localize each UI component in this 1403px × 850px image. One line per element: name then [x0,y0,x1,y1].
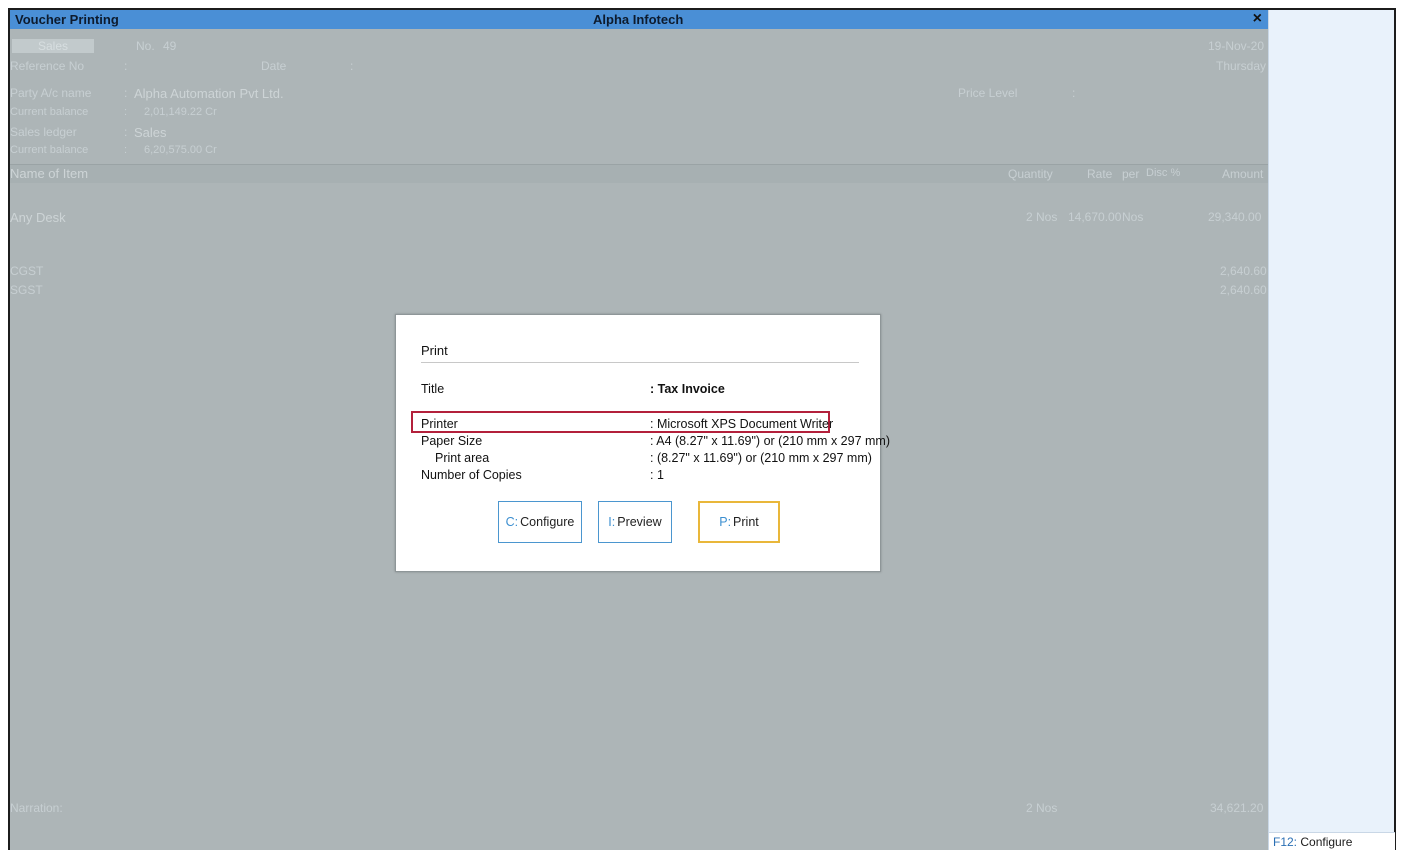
item-quantity: 2 Nos [1026,210,1058,224]
printer-value[interactable]: : Microsoft XPS Document Writer [650,417,833,431]
item-name: Any Desk [10,210,66,225]
f12-key: F12: [1273,835,1298,849]
window-title: Voucher Printing [15,12,119,27]
date-label: Date [261,59,287,73]
current-balance-colon-2: : [124,144,128,156]
col-name-of-item: Name of Item [10,166,89,181]
tax-name: SGST [10,283,43,297]
party-label: Party A/c name [10,86,92,100]
print-shortcut: P: [719,515,732,529]
voucher-day: Thursday [1216,59,1267,73]
price-level-label: Price Level [958,86,1018,100]
col-disc: Disc % [1146,167,1181,179]
voucher-type-tab: Sales [12,39,95,53]
print-dialog: Print Title : Tax Invoice Printer : Micr… [395,314,890,572]
paper-size-value[interactable]: : A4 (8.27" x 11.69") or (210 mm x 297 m… [650,434,890,448]
f12-label: Configure [1300,835,1353,849]
voucher-no-value: 49 [163,39,177,53]
f12-configure-button[interactable]: F12: Configure [1269,832,1395,850]
print-label: Print [733,515,759,529]
narration-label: Narration: [10,801,63,815]
col-quantity: Quantity [1008,167,1053,181]
current-balance-value-2: 6,20,575.00 Cr [144,144,217,156]
reference-colon: : [124,59,128,73]
print-area-value: : (8.27" x 11.69") or (210 mm x 297 mm) [650,451,872,465]
tax-amount: 2,640.60 [1220,264,1267,278]
title-label: Title [421,382,445,396]
configure-button[interactable]: C: Configure [498,501,582,543]
print-button[interactable]: P: Print [698,501,780,543]
sales-ledger-label: Sales ledger [10,125,77,139]
current-balance-colon-1: : [124,106,128,118]
tax-name: CGST [10,264,44,278]
col-per: per [1122,167,1140,181]
col-rate: Rate [1087,167,1113,181]
current-balance-value-1: 2,01,149.22 Cr [144,106,217,118]
preview-label: Preview [617,515,662,529]
paper-size-label: Paper Size [421,434,483,448]
party-colon: : [124,86,128,100]
configure-label: Configure [520,515,575,529]
dialog-title: Print [421,343,448,358]
party-value: Alpha Automation Pvt Ltd. [134,86,284,101]
current-balance-label-2: Current balance [10,144,89,156]
item-per: Nos [1122,210,1144,224]
dialog-divider [421,362,859,363]
voucher-no-label: No. [136,39,155,53]
configure-shortcut: C: [505,515,519,529]
reference-label: Reference No [10,59,85,73]
current-balance-label-1: Current balance [10,106,89,118]
close-icon[interactable]: × [1253,10,1262,28]
right-button-panel: F12: Configure [1268,10,1395,850]
price-level-colon: : [1072,86,1076,100]
item-header-row: Name of Item Quantity Rate per Disc % Am… [10,165,1268,183]
total-amount: 34,621.20 [1210,801,1264,815]
company-name: Alpha Infotech [593,12,684,27]
item-rate: 14,670.00 [1068,210,1122,224]
print-area-label: Print area [435,451,490,465]
printer-label: Printer [421,417,458,431]
voucher-date: 19-Nov-20 [1208,39,1265,53]
title-bar: Voucher Printing Alpha Infotech × [10,10,1268,29]
copies-value[interactable]: : 1 [650,468,664,482]
tax-amount: 2,640.60 [1220,283,1267,297]
total-quantity: 2 Nos [1026,801,1058,815]
title-value[interactable]: : Tax Invoice [650,382,725,396]
preview-shortcut: I: [608,515,616,529]
copies-label: Number of Copies [421,468,522,482]
item-amount: 29,340.00 [1208,210,1262,224]
preview-button[interactable]: I: Preview [598,501,672,543]
col-amount: Amount [1222,167,1264,181]
sales-ledger-value: Sales [134,125,167,140]
date-colon: : [350,59,354,73]
sales-ledger-colon: : [124,125,128,139]
